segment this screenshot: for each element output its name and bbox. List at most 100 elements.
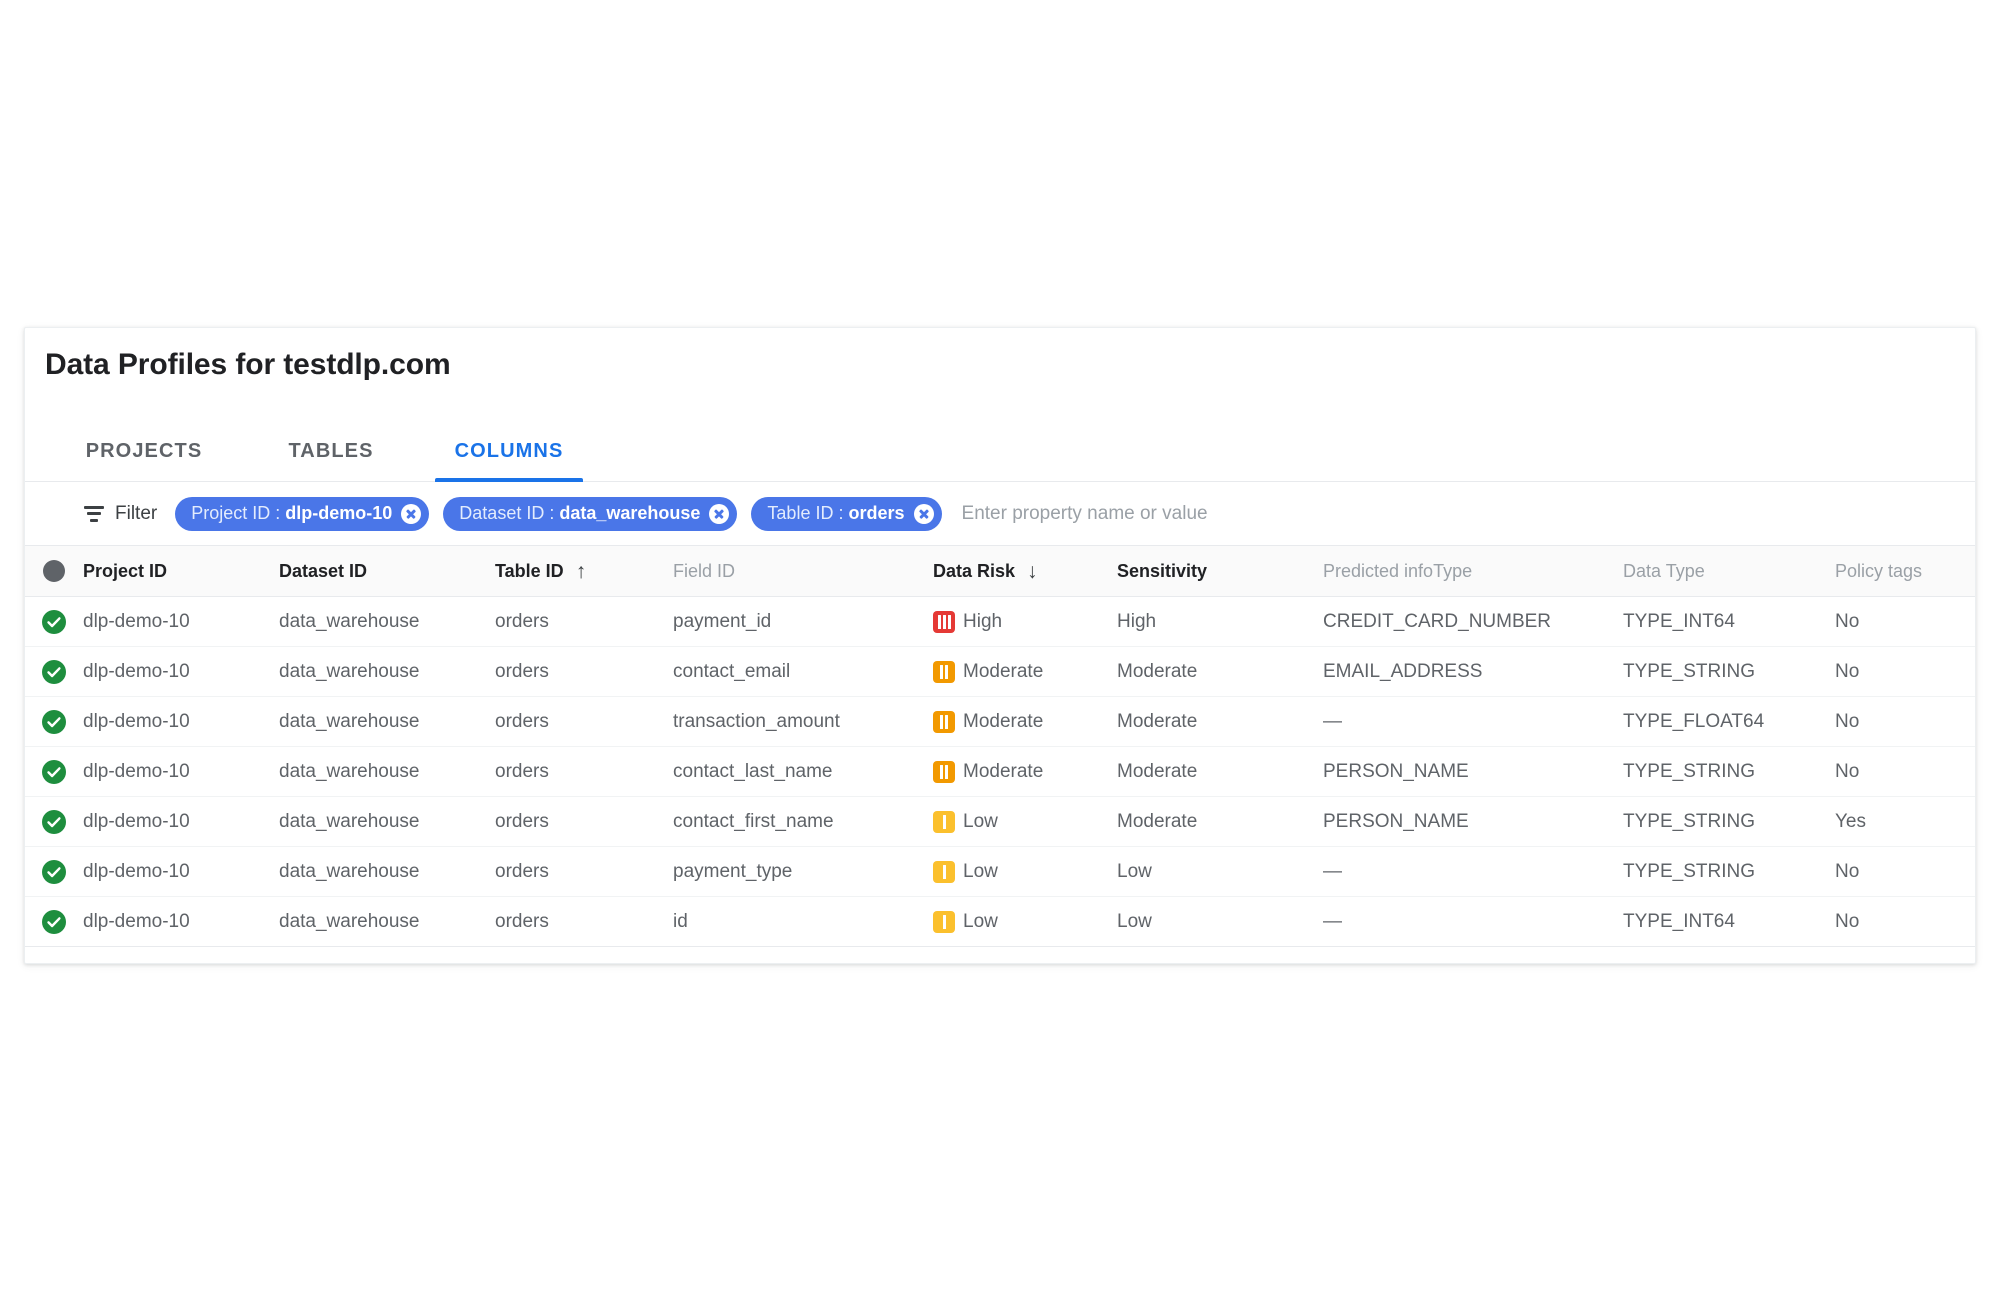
check-circle-icon[interactable] (42, 759, 66, 784)
column-header-table-id[interactable]: Table ID ↑ (495, 561, 673, 582)
risk-level-label: Low (963, 910, 998, 932)
cell-table-id: orders (495, 860, 549, 882)
table-row[interactable]: dlp-demo-10 data_warehouse orders id Low Low —… (25, 897, 1975, 947)
column-header-label: Field ID (673, 560, 736, 581)
table-row[interactable]: dlp-demo-10 data_warehouse orders contact_f… (25, 797, 1975, 847)
tab-label: COLUMNS (454, 439, 564, 462)
cell-project-id: dlp-demo-10 (83, 860, 190, 882)
cell-sensitivity: Low (1117, 860, 1152, 882)
chip-separator: : (549, 503, 555, 523)
cell-data-type: TYPE_FLOAT64 (1623, 710, 1765, 732)
filter-chip-dataset-id[interactable]: Dataset ID : data_warehouse (443, 496, 738, 531)
cell-data-risk: Moderate (933, 660, 1117, 683)
cell-field-id: id (673, 910, 688, 932)
risk-level-label: Moderate (963, 710, 1044, 732)
cell-project-id: dlp-demo-10 (83, 610, 190, 632)
column-header-predicted-infotype[interactable]: Predicted infoType (1323, 561, 1623, 582)
cell-predicted-infotype: PERSON_NAME (1323, 810, 1469, 832)
chip-separator: : (275, 503, 281, 523)
column-header-field-id[interactable]: Field ID (673, 561, 933, 582)
row-status-cell (25, 859, 83, 884)
cell-data-type: TYPE_STRING (1623, 760, 1755, 782)
close-icon[interactable] (913, 503, 934, 524)
cell-data-type: TYPE_STRING (1623, 810, 1755, 832)
chip-key: Dataset ID (459, 503, 545, 523)
chip-key: Table ID (767, 503, 834, 523)
cell-dataset-id: data_warehouse (279, 660, 420, 682)
filter-input[interactable] (955, 496, 1975, 531)
cell-data-type: TYPE_INT64 (1623, 910, 1735, 932)
risk-level-label: Moderate (963, 760, 1044, 782)
filter-icon[interactable] (83, 505, 105, 522)
risk-level-icon (933, 660, 955, 683)
cell-data-risk: Low (933, 910, 1117, 933)
column-header-project-id[interactable]: Project ID (83, 561, 279, 582)
filter-label: Filter (115, 502, 158, 524)
check-circle-icon[interactable] (42, 809, 66, 834)
check-circle-icon[interactable] (42, 909, 66, 934)
tab-columns[interactable]: COLUMNS (435, 420, 583, 482)
column-header-dataset-id[interactable]: Dataset ID (279, 561, 495, 582)
cell-dataset-id: data_warehouse (279, 760, 420, 782)
risk-level-icon (933, 860, 955, 883)
column-header-sensitivity[interactable]: Sensitivity (1117, 561, 1323, 582)
cell-sensitivity: Moderate (1117, 710, 1198, 732)
cell-project-id: dlp-demo-10 (83, 910, 190, 932)
cell-data-risk: Low (933, 810, 1117, 833)
cell-project-id: dlp-demo-10 (83, 710, 190, 732)
data-profiles-table: Project ID Dataset ID Table ID ↑ Field I… (25, 546, 1975, 947)
tab-projects[interactable]: PROJECTS (69, 420, 219, 482)
row-status-cell (25, 709, 83, 734)
cell-data-type: TYPE_STRING (1623, 660, 1755, 682)
cell-sensitivity: Moderate (1117, 660, 1198, 682)
column-header-data-risk[interactable]: Data Risk ↓ (933, 561, 1117, 582)
risk-level-label: High (963, 610, 1003, 632)
check-circle-icon[interactable] (42, 859, 66, 884)
table-row[interactable]: dlp-demo-10 data_warehouse orders contact_e… (25, 647, 1975, 697)
filter-chip-project-id[interactable]: Project ID : dlp-demo-10 (175, 496, 430, 531)
cell-dataset-id: data_warehouse (279, 910, 420, 932)
cell-table-id: orders (495, 710, 549, 732)
table-row[interactable]: dlp-demo-10 data_warehouse orders payment_t… (25, 847, 1975, 897)
table-row[interactable]: dlp-demo-10 data_warehouse orders contact_l… (25, 747, 1975, 797)
risk-level-icon (933, 760, 955, 783)
select-all-cell (25, 560, 83, 582)
filter-bar: Filter Project ID : dlp-demo-10 Dataset … (25, 482, 1975, 546)
table-row[interactable]: dlp-demo-10 data_warehouse orders payment_i… (25, 597, 1975, 647)
cell-project-id: dlp-demo-10 (83, 810, 190, 832)
cell-table-id: orders (495, 660, 549, 682)
check-circle-icon[interactable] (42, 609, 66, 634)
filter-chip-table-id[interactable]: Table ID : orders (751, 496, 942, 531)
column-header-label: Data Risk (933, 560, 1016, 581)
cell-field-id: payment_type (673, 860, 793, 882)
column-header-label: Policy tags (1835, 560, 1923, 581)
cell-policy-tags: Yes (1835, 810, 1866, 832)
page-title: Data Profiles for testdlp.com (45, 348, 451, 381)
row-status-cell (25, 609, 83, 634)
check-circle-icon[interactable] (42, 659, 66, 684)
cell-predicted-infotype: — (1323, 860, 1342, 882)
tab-label: PROJECTS (85, 439, 203, 462)
cell-policy-tags: No (1835, 760, 1860, 782)
cell-table-id: orders (495, 810, 549, 832)
column-header-policy-tags[interactable]: Policy tags (1835, 561, 1975, 582)
cell-field-id: contact_last_name (673, 760, 833, 782)
cell-sensitivity: Moderate (1117, 760, 1198, 782)
cell-predicted-infotype: — (1323, 910, 1342, 932)
cell-project-id: dlp-demo-10 (83, 660, 190, 682)
cell-predicted-infotype: EMAIL_ADDRESS (1323, 660, 1483, 682)
sort-ascending-icon: ↑ (575, 560, 587, 582)
cell-policy-tags: No (1835, 910, 1860, 932)
page-root: Data Profiles for testdlp.com PROJECTS T… (0, 0, 2000, 1295)
column-header-data-type[interactable]: Data Type (1623, 561, 1835, 582)
table-row[interactable]: dlp-demo-10 data_warehouse orders transacti… (25, 697, 1975, 747)
cell-dataset-id: data_warehouse (279, 610, 420, 632)
close-icon[interactable] (401, 503, 422, 524)
table-body: dlp-demo-10 data_warehouse orders payment_i… (25, 597, 1975, 947)
chip-separator: : (838, 503, 844, 523)
close-icon[interactable] (709, 503, 730, 524)
tab-tables[interactable]: TABLES (273, 420, 389, 482)
cell-data-risk: Low (933, 860, 1117, 883)
filled-circle-icon[interactable] (43, 560, 65, 582)
check-circle-icon[interactable] (42, 709, 66, 734)
